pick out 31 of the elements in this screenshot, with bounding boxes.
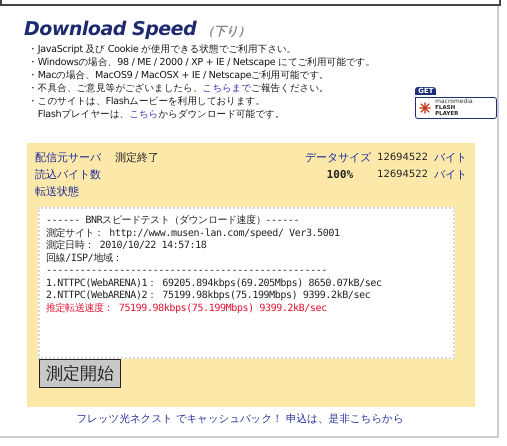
page-title: Download Speed — [24, 18, 196, 40]
result-line: 推定転送速度： 75199.98kbps(75.199Mbps) 9399.2kB/sec — [46, 302, 328, 315]
note-link[interactable]: こちらまで — [202, 83, 252, 94]
note-line: ・このサイトは、Flashムービーを利用しております。 — [28, 95, 266, 108]
read-bytes-value: 12694522 — [377, 169, 428, 180]
data-size-label: データサイズ — [305, 150, 372, 165]
note-line: ・JavaScript 及び Cookie が使用できる状態でご利用下さい。 — [28, 43, 298, 56]
server-label: 配信元サーバ — [35, 150, 102, 165]
result-line: 回線/ISP/地域： — [46, 252, 124, 265]
data-size-unit: バイト — [434, 150, 467, 165]
page-subtitle: （下り） — [202, 23, 250, 40]
result-text-area[interactable] — [38, 207, 455, 359]
transfer-status-label: 転送状態 — [35, 184, 79, 199]
read-bytes-label: 読込バイト数 — [35, 167, 101, 182]
note-line: ・Macの場合、MacOS9 / MacOSX + IE / Netscapeご利用可能です。 — [28, 69, 330, 82]
note-link[interactable]: こちら — [129, 109, 158, 120]
result-line: 測定日時： 2010/10/22 14:57:18 — [46, 240, 208, 252]
result-line: -------------------------------------------------- — [46, 265, 328, 278]
read-bytes-unit: バイト — [434, 167, 467, 182]
progress-percent: 100% — [326, 168, 354, 181]
note-line: ・不具合、ご意見等がございましたら、こちらまでご報告ください。 — [28, 82, 330, 95]
result-line: 1.NTTPC(WebARENA)1： 69205.894kbps(69.205Mbps) 8650.07kB/sec — [46, 278, 383, 290]
promo-link[interactable]: フレッツ光ネクスト でキャッシュバック！ 申込は、是非こちらから — [76, 413, 404, 425]
note-line: Flashプレイヤーは、こちら からダウンロード可能です。 — [36, 108, 286, 121]
data-size-value: 12694522 — [377, 152, 428, 163]
note-line: ・Windowsの場合、98 / ME / 2000 / XP + IE / Netscape にてご利用可能です。 — [28, 56, 376, 69]
result-line: ------ BNRスピードテスト（ダウンロード速度）------ — [46, 215, 300, 228]
result-line: 2.NTTPC(WebARENA)2： 75199.98kbps(75.199Mbps) 9399.2kB/sec — [46, 290, 372, 302]
start-button[interactable]: 測定開始 — [39, 359, 121, 388]
result-line: 測定サイト： http://www.musen-lan.com/speed/ Ver3.5001 — [46, 228, 341, 240]
server-status: 測定終了 — [115, 150, 159, 165]
